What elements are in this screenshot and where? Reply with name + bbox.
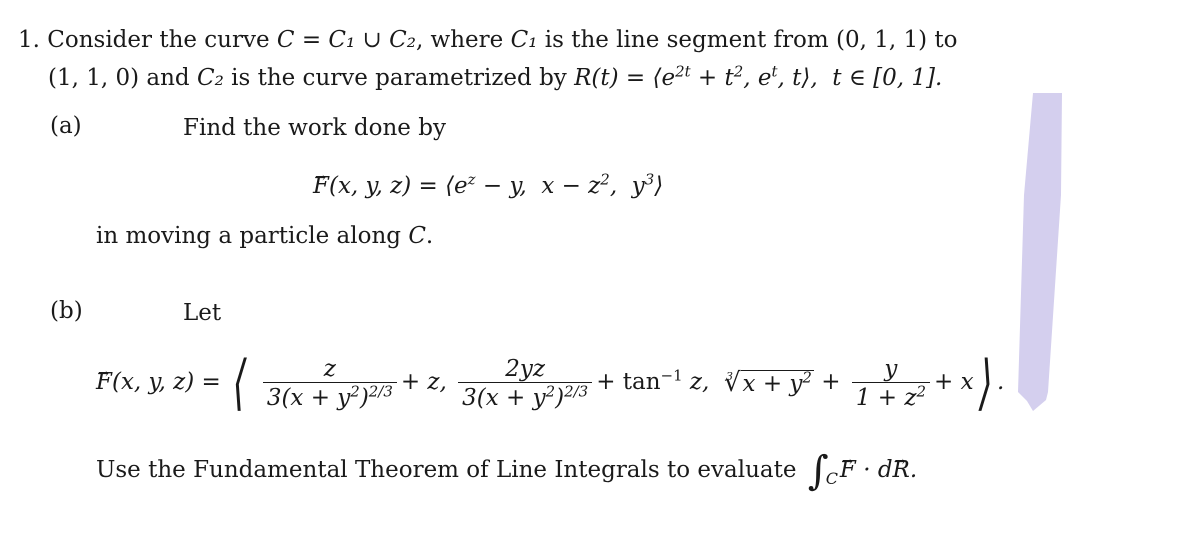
intro-text: is the line segment from (0, 1, 1) to [537,27,958,53]
part-b-field: F(x, y, z) = ⟨ z 3(x + y2)2/3 + z, 2yz 3… [96,344,1004,418]
integral-sign: ∫ C [807,448,839,494]
part-b-instruction: Let [183,300,222,326]
problem-number: 1. [18,27,40,53]
highlighter-stroke [1018,93,1062,411]
left-angle-bracket: ⟨ [232,348,247,418]
part-a-label: (a) [50,113,82,139]
part-b-task: Use the Fundamental Theorem of Line Inte… [96,448,917,494]
parametrization: R(t) = ⟨e2t + t2, et, t⟩, t ∈ [0, 1]. [574,62,943,91]
intro-text: (1, 1, 0) and [48,65,197,91]
intro-text: Consider the curve [47,27,277,53]
curve-union: C = C₁ ∪ C₂ [276,27,416,53]
part-a-after: in moving a particle along C. [96,223,434,249]
intro-text: , where [415,27,511,53]
curve-c1: C₁ [510,27,538,53]
integrand: F · dR. [840,448,917,483]
fraction-3: y 1 + z2 [851,356,930,411]
curve-c2: C₂ [196,65,224,91]
part-b-label: (b) [50,298,83,324]
fraction-1: z 3(x + y2)2/3 [262,356,397,411]
problem-line-1: 1. Consider the curve C = C₁ ∪ C₂, where… [18,26,958,54]
intro-text: is the curve parametrized by [223,65,575,91]
right-angle-bracket: ⟩ [978,348,993,418]
fraction-2: 2yz 3(x + y2)2/3 [458,356,593,411]
cube-root: 3 √x + y2 [723,367,814,398]
problem-line-2: (1, 1, 0) and C₂ is the curve parametriz… [48,64,942,92]
part-a-instruction: Find the work done by [183,115,446,141]
part-a-field: F(x, y, z) = ⟨ez − y, x − z2, y3⟩ [313,164,663,200]
